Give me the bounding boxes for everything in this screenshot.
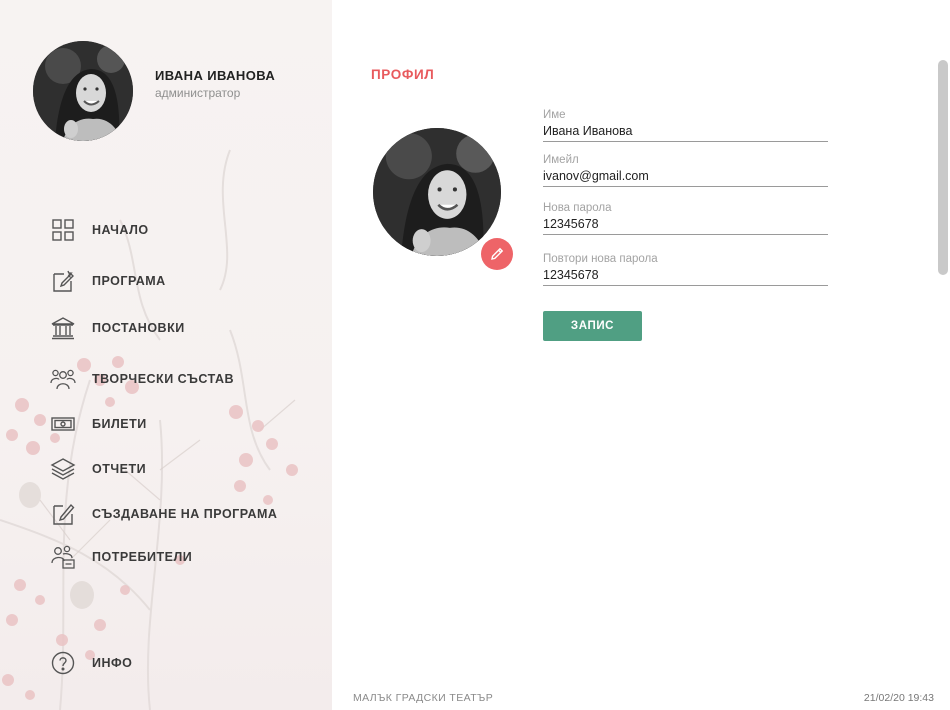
sidebar-item-label: ОТЧЕТИ: [92, 462, 147, 476]
footer-datetime: 21/02/20 19:43: [863, 692, 934, 704]
new-password-label: Нова парола: [543, 202, 612, 214]
scrollbar-thumb[interactable]: [938, 60, 948, 275]
name-label: Име: [543, 109, 566, 121]
repeat-password-label: Повтори нова парола: [543, 253, 658, 265]
sidebar-item-label: БИЛЕТИ: [92, 417, 147, 431]
new-password-input[interactable]: [543, 216, 828, 235]
user-name: ИВАНА ИВАНОВА: [155, 68, 276, 83]
email-input[interactable]: [543, 168, 828, 187]
repeat-password-field: Повтори нова парола: [543, 252, 828, 286]
sidebar-item-reports[interactable]: ОТЧЕТИ: [50, 455, 146, 483]
avatar[interactable]: [33, 41, 133, 141]
save-button[interactable]: ЗАПИС: [543, 311, 642, 341]
sidebar-item-create-program[interactable]: СЪЗДАВАНЕ НА ПРОГРАМА: [50, 500, 277, 528]
sidebar-item-label: ПРОГРАМА: [92, 274, 166, 288]
sidebar-item-label: НАЧАЛО: [92, 223, 149, 237]
sidebar-item-label: ТВОРЧЕСКИ СЪСТАВ: [92, 372, 234, 386]
repeat-password-input[interactable]: [543, 267, 828, 286]
name-field: Име: [543, 108, 828, 142]
edit-avatar-button[interactable]: [481, 238, 513, 270]
footer-brand: МАЛЪК ГРАДСКИ ТЕАТЪР: [353, 692, 494, 704]
page-title: ПРОФИЛ: [371, 67, 435, 82]
grid-icon: [50, 217, 76, 243]
sidebar-item-home[interactable]: НАЧАЛО: [50, 216, 149, 244]
pencil-icon: [491, 247, 504, 260]
question-icon: [50, 650, 76, 676]
sidebar-item-label: ИНФО: [92, 656, 133, 670]
sidebar: ИВАНА ИВАНОВА администратор НАЧАЛО ПРОГР…: [0, 0, 332, 710]
sidebar-item-productions[interactable]: ПОСТАНОВКИ: [50, 314, 185, 342]
sidebar-item-creative-staff[interactable]: ТВОРЧЕСКИ СЪСТАВ: [50, 365, 234, 393]
sidebar-item-program[interactable]: ПРОГРАМА: [50, 267, 166, 295]
sidebar-item-label: ПОТРЕБИТЕЛИ: [92, 550, 193, 564]
people-group-icon: [50, 366, 76, 392]
edit-star-icon: [50, 268, 76, 294]
sidebar-item-info[interactable]: ИНФО: [50, 649, 132, 677]
portrait-image: [373, 128, 501, 256]
sidebar-item-label: ПОСТАНОВКИ: [92, 321, 185, 335]
users-icon: [50, 544, 76, 570]
theater-building-icon: [50, 315, 76, 341]
sidebar-item-label: СЪЗДАВАНЕ НА ПРОГРАМА: [92, 507, 278, 521]
profile-avatar: [373, 128, 501, 256]
new-password-field: Нова парола: [543, 201, 828, 235]
sidebar-item-users[interactable]: ПОТРЕБИТЕЛИ: [50, 543, 192, 571]
portrait-image: [33, 41, 133, 141]
layers-icon: [50, 456, 76, 482]
edit-icon: [50, 501, 76, 527]
email-label: Имейл: [543, 154, 579, 166]
email-field: Имейл: [543, 153, 828, 187]
ticket-icon: [50, 411, 76, 437]
user-role: администратор: [155, 86, 241, 100]
name-input[interactable]: [543, 123, 828, 142]
sidebar-item-tickets[interactable]: БИЛЕТИ: [50, 410, 147, 438]
